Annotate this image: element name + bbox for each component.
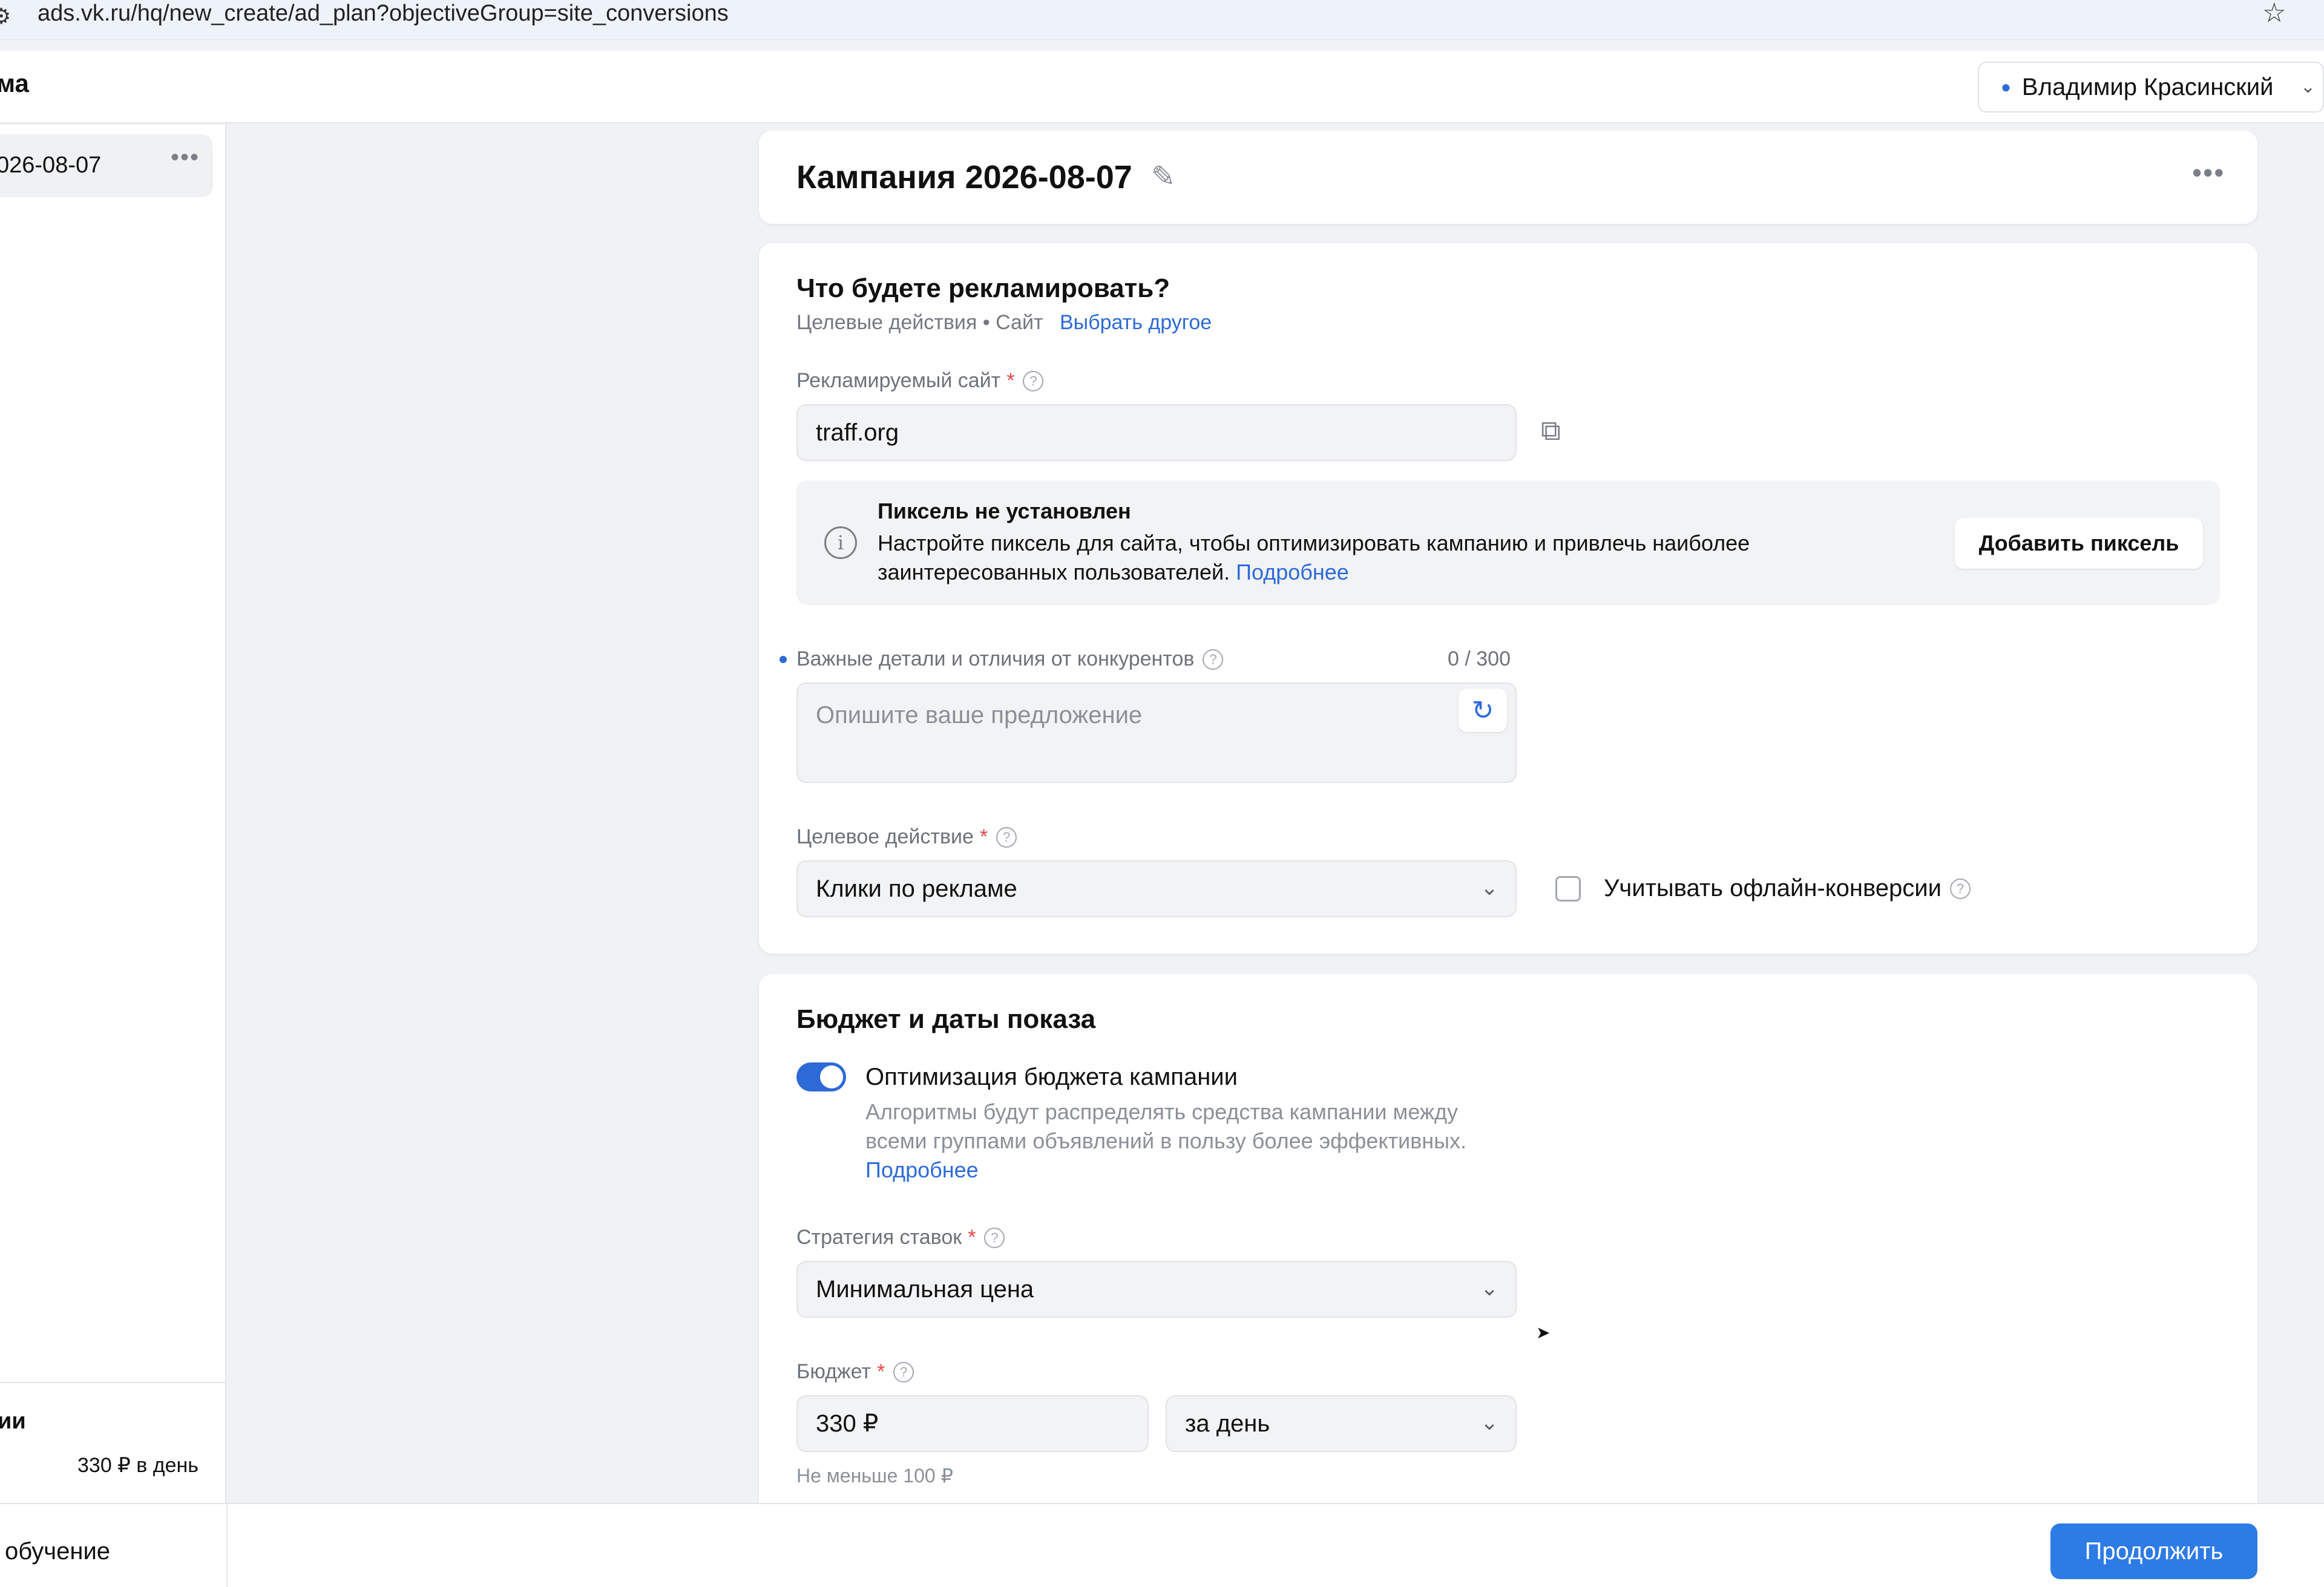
budget-period-select[interactable]: за день ⌄ xyxy=(1166,1395,1517,1452)
add-pixel-button[interactable]: Добавить пиксель xyxy=(1955,518,2203,569)
budget-period-value: за день xyxy=(1185,1410,1270,1437)
objective-text: Целевые действия • Сайт xyxy=(796,311,1043,334)
offline-conversions-checkbox[interactable] xyxy=(1555,876,1581,901)
footer-left-text: обучение xyxy=(5,1538,111,1565)
site-field-label: Рекламируемый сайт * ? xyxy=(796,369,1044,393)
toggle-knob xyxy=(820,1065,843,1088)
page-title: Кампания 2026-08-07 xyxy=(796,159,1132,195)
budget-optimization-label: Оптимизация бюджета кампании xyxy=(865,1064,1238,1090)
details-textarea[interactable]: Опишите ваше предложение xyxy=(796,682,1517,783)
unsaved-dot xyxy=(780,656,787,663)
target-action-value: Клики по рекламе xyxy=(816,875,1017,902)
objective-summary: Целевые действия • Сайт Выбрать другое xyxy=(796,311,1212,335)
pixel-warning-title: Пиксель не установлен xyxy=(878,499,1131,523)
footer-bar: обучение Продолжить xyxy=(0,1503,2324,1587)
pencil-icon[interactable]: ✎ xyxy=(1151,160,1175,194)
help-icon[interactable]: ? xyxy=(1203,649,1224,670)
user-name: Владимир Красинский xyxy=(2021,73,2274,100)
campaign-title-card: Кампания 2026-08-07 ✎ ••• xyxy=(759,131,2257,224)
brand-title: ма xyxy=(0,69,29,97)
chevron-down-icon: ⌄ xyxy=(1480,875,1498,900)
budget-label-text: Бюджет xyxy=(796,1360,872,1383)
optimization-desc-text: Алгоритмы будут распределять средства ка… xyxy=(865,1099,1466,1153)
section-heading: Бюджет и даты показа xyxy=(796,1004,1096,1034)
help-icon[interactable]: ? xyxy=(893,1361,914,1382)
budget-optimization-toggle[interactable] xyxy=(796,1062,846,1091)
strategy-label-text: Стратегия ставок xyxy=(796,1226,962,1249)
external-link-icon[interactable]: ⧉ xyxy=(1541,414,1561,448)
sidebar-summary-title: ии xyxy=(0,1409,26,1434)
offline-conversions-label[interactable]: Учитывать офлайн-конверсии ? xyxy=(1604,875,1971,902)
site-label-text: Рекламируемый сайт xyxy=(796,369,1001,392)
target-action-label-text: Целевое действие xyxy=(796,825,974,848)
user-menu-button[interactable]: ● Владимир Красинский ⌄ xyxy=(1978,62,2324,113)
required-mark: * xyxy=(968,1226,976,1249)
chevron-down-icon: ⌄ xyxy=(1480,1275,1498,1300)
section-heading: Что будете рекламировать? xyxy=(796,273,1170,303)
strategy-select[interactable]: Минимальная цена ⌄ xyxy=(796,1261,1517,1318)
refresh-icon[interactable]: ↻ xyxy=(1459,689,1507,732)
help-icon[interactable]: ? xyxy=(1023,370,1044,391)
left-sidebar: 026-08-07 ••• ии 330 ₽ в день xyxy=(0,125,226,1587)
required-mark: * xyxy=(979,825,988,848)
details-label-text: Важные детали и отличия от конкурентов xyxy=(796,647,1195,670)
site-settings-icon[interactable]: ⚙ xyxy=(0,4,16,28)
target-action-select[interactable]: Клики по рекламе ⌄ xyxy=(796,860,1517,917)
required-mark: * xyxy=(877,1360,885,1383)
details-field-label: Важные детали и отличия от конкурентов ? xyxy=(796,647,1224,671)
mouse-cursor-icon: ➤ xyxy=(1536,1323,1551,1342)
help-icon[interactable]: ? xyxy=(1950,878,1971,899)
optimization-more-link[interactable]: Подробнее xyxy=(865,1157,979,1182)
chevron-down-icon: ⌄ xyxy=(2300,77,2316,97)
more-icon[interactable]: ••• xyxy=(2192,156,2225,189)
chevron-down-icon: ⌄ xyxy=(1480,1410,1498,1435)
target-action-label: Целевое действие * ? xyxy=(796,825,1017,849)
top-header: ма ● Владимир Красинский ⌄ xyxy=(0,51,2324,123)
more-icon[interactable]: ••• xyxy=(171,144,200,171)
sidebar-summary-budget: 330 ₽ в день xyxy=(77,1454,199,1477)
url-text[interactable]: ads.vk.ru/hq/new_create/ad_plan?objectiv… xyxy=(38,0,729,27)
help-icon[interactable]: ? xyxy=(984,1227,1005,1248)
choose-other-link[interactable]: Выбрать другое xyxy=(1060,311,1212,334)
info-icon: i xyxy=(824,526,857,559)
sidebar-item-label: 026-08-07 xyxy=(0,152,102,178)
strategy-field-label: Стратегия ставок * ? xyxy=(796,1226,1005,1249)
pixel-more-link[interactable]: Подробнее xyxy=(1236,560,1349,584)
required-mark: * xyxy=(1006,369,1015,392)
budget-input[interactable]: 330 ₽ xyxy=(796,1395,1149,1452)
budget-card: Бюджет и даты показа Оптимизация бюджета… xyxy=(759,974,2257,1587)
continue-button[interactable]: Продолжить xyxy=(2050,1523,2257,1579)
footer-divider xyxy=(226,1504,228,1587)
user-icon: ● xyxy=(2001,77,2011,96)
site-input[interactable]: traff.org xyxy=(796,404,1517,461)
help-icon[interactable]: ? xyxy=(996,826,1017,848)
details-char-counter: 0 / 300 xyxy=(1448,647,1511,670)
strategy-value: Минимальная цена xyxy=(816,1275,1034,1303)
budget-field-label: Бюджет * ? xyxy=(796,1360,914,1384)
what-to-advertise-card: Что будете рекламировать? Целевые действ… xyxy=(759,243,2257,954)
budget-optimization-desc: Алгоритмы будут распределять средства ка… xyxy=(865,1098,1507,1185)
sidebar-divider xyxy=(0,1382,225,1383)
bookmark-star-icon[interactable]: ☆ xyxy=(2262,0,2286,27)
offline-conversions-text: Учитывать офлайн-конверсии xyxy=(1604,875,1942,901)
budget-hint: Не меньше 100 ₽ xyxy=(796,1465,953,1487)
pixel-warning: i Пиксель не установлен Настройте пиксел… xyxy=(796,480,2220,605)
sidebar-item-campaign[interactable]: 026-08-07 ••• xyxy=(0,134,213,197)
browser-url-bar[interactable]: ⚙ ads.vk.ru/hq/new_create/ad_plan?object… xyxy=(0,0,2324,40)
pixel-warning-text: Настройте пиксель для сайта, чтобы оптим… xyxy=(878,529,1846,587)
